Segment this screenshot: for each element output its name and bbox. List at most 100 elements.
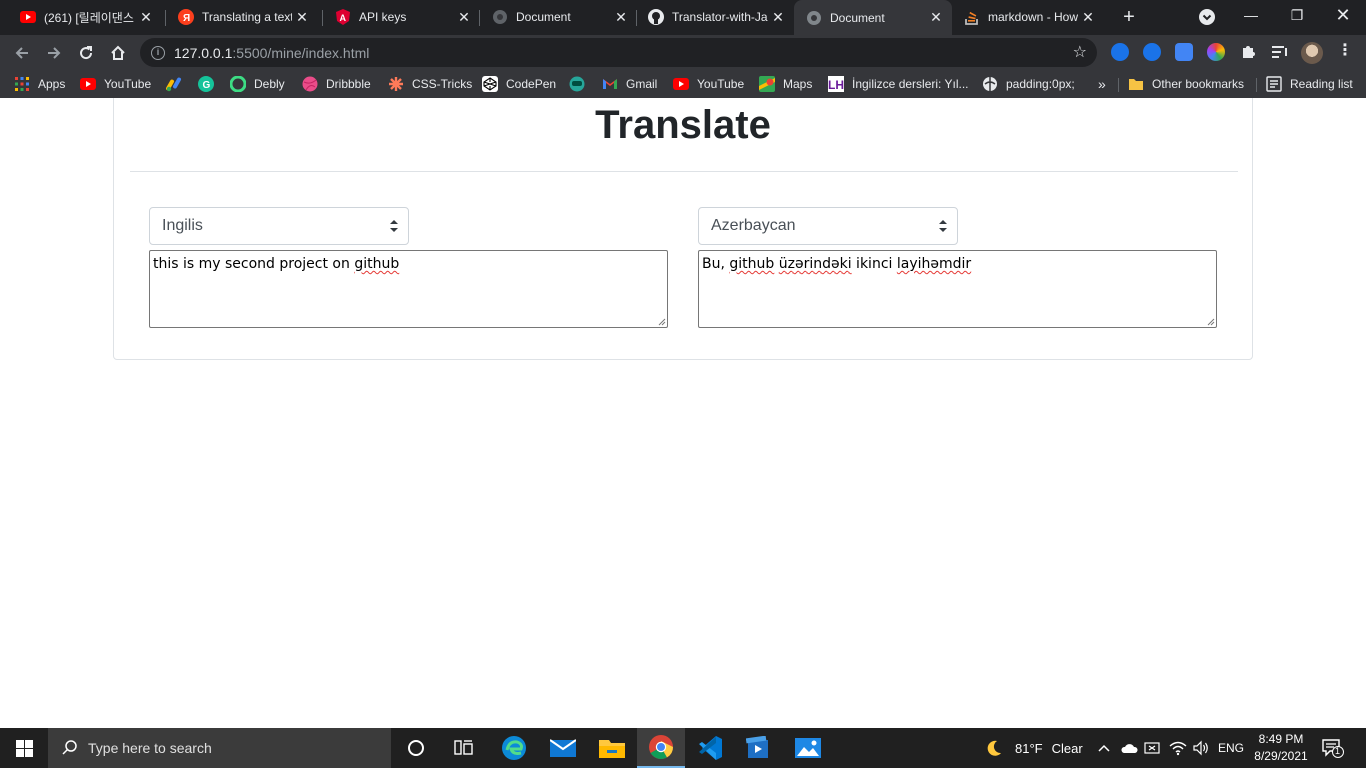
tab-github[interactable]: Translator-with-Ja ✕ — [628, 0, 794, 34]
bookmark-grammarly[interactable]: G — [198, 75, 222, 93]
notification-count: 1 — [1335, 746, 1341, 756]
taskbar-chrome[interactable] — [637, 728, 685, 768]
color-picker-icon[interactable] — [1207, 43, 1225, 61]
reload-button[interactable] — [72, 39, 100, 67]
back-button[interactable] — [8, 39, 36, 67]
arrow-right-icon — [48, 47, 61, 59]
bookmark-other[interactable]: Other bookmarks — [1128, 75, 1244, 93]
show-hidden-icons-button[interactable] — [1097, 728, 1111, 768]
target-language-select[interactable]: Azerbaycan — [698, 207, 958, 245]
bookmarks-overflow-button[interactable]: » — [1098, 75, 1106, 93]
taskbar-edge[interactable] — [490, 728, 538, 768]
tab-title: Document — [830, 10, 885, 25]
dribbble-icon — [302, 76, 318, 92]
source-language-select[interactable]: Ingilis — [149, 207, 409, 245]
tab-document-1[interactable]: Document ✕ — [472, 0, 637, 34]
tab-stackoverflow[interactable]: markdown - How ✕ — [944, 0, 1104, 34]
taskbar-search-box[interactable]: Type here to search — [48, 728, 391, 768]
resize-handle-icon[interactable] — [1206, 317, 1215, 326]
close-icon[interactable]: ✕ — [292, 9, 312, 26]
arrow-left-icon — [15, 47, 28, 59]
address-bar[interactable]: i 127.0.0.1:5500/mine/index.html ☆ — [140, 38, 1097, 67]
bookmark-youtube[interactable]: YouTube — [80, 75, 151, 93]
onedrive-button[interactable] — [1120, 728, 1138, 768]
bookmark-maps[interactable]: Maps — [759, 75, 812, 93]
volume-button[interactable] — [1192, 728, 1210, 768]
source-textarea[interactable]: this is my second project on github — [149, 250, 668, 328]
tab-api-keys[interactable]: A API keys ✕ — [315, 0, 480, 34]
puzzle-icon[interactable] — [1240, 43, 1256, 64]
globe-icon — [806, 10, 822, 26]
url-path: :5500/mine/index.html — [232, 44, 370, 61]
bookmark-codepen[interactable]: CodePen — [482, 75, 556, 93]
taskbar-mail[interactable] — [539, 728, 587, 768]
tab-youtube[interactable]: (261) [릴레이댄스 ✕ — [0, 0, 162, 34]
close-icon[interactable]: ✕ — [1078, 9, 1098, 26]
target-textarea[interactable]: Bu, github üzərindəki ikinci layihəmdir — [698, 250, 1217, 328]
bookmark-youtube-2[interactable]: YouTube — [673, 75, 744, 93]
battery-button[interactable] — [1144, 728, 1162, 768]
bookmark-debly[interactable]: Debly — [230, 75, 285, 93]
clock-button[interactable]: 8:49 PM 8/29/2021 — [1248, 731, 1314, 765]
chevron-down-icon — [1202, 14, 1212, 21]
target-text-plain: Bu, — [702, 256, 730, 272]
bookmark-ingilizce[interactable]: LH İngilizce dersleri: Yıl... — [828, 75, 969, 93]
google-translate-icon[interactable] — [1175, 43, 1193, 61]
start-button[interactable] — [0, 728, 48, 768]
forward-button[interactable] — [40, 39, 68, 67]
resize-handle-icon[interactable] — [657, 317, 666, 326]
bookmark-label: YouTube — [104, 77, 152, 91]
moon-icon — [987, 740, 1001, 756]
taskbar-movies[interactable] — [735, 728, 783, 768]
close-window-button[interactable]: ✕ — [1320, 0, 1366, 32]
cortana-button[interactable] — [392, 728, 440, 768]
extension-infinity-icon[interactable] — [1143, 43, 1161, 61]
task-view-button[interactable] — [440, 728, 488, 768]
svg-text:LH: LH — [828, 78, 844, 92]
taskbar-vscode[interactable] — [686, 728, 734, 768]
stackoverflow-icon — [964, 9, 980, 25]
minimize-button[interactable]: — — [1228, 0, 1274, 32]
input-language-label: ENG — [1218, 741, 1245, 755]
close-icon[interactable]: ✕ — [136, 9, 156, 26]
bookmark-dribbble[interactable]: Dribbble — [302, 75, 371, 93]
close-icon[interactable]: ✕ — [926, 9, 946, 26]
star-icon[interactable]: ☆ — [1073, 42, 1087, 62]
input-language-button[interactable]: ENG — [1218, 728, 1244, 768]
bookmark-padding[interactable]: padding:0px; — [982, 75, 1075, 93]
home-button[interactable] — [104, 39, 132, 67]
bookmark-unnamed[interactable] — [569, 75, 593, 93]
new-tab-button[interactable]: + — [1118, 6, 1140, 28]
bookmark-css-tricks[interactable]: CSS-Tricks — [388, 75, 472, 93]
weather-widget[interactable]: 81°F Clear — [985, 728, 1083, 768]
bookmark-label: İngilizce dersleri: Yıl... — [852, 77, 969, 91]
tab-title: Translator-with-Ja — [672, 10, 768, 24]
bookmark-google-ads[interactable] — [166, 75, 190, 93]
avatar[interactable] — [1301, 42, 1323, 64]
info-icon[interactable]: i — [151, 45, 165, 60]
wifi-icon — [1169, 741, 1187, 756]
tab-yandex[interactable]: Я Translating a text ✕ — [158, 0, 318, 34]
bookmark-gmail[interactable]: Gmail — [602, 75, 657, 93]
taskbar-file-explorer[interactable] — [588, 728, 636, 768]
reading-list-icon[interactable] — [1271, 44, 1289, 65]
notifications-button[interactable]: 1 — [1322, 738, 1344, 758]
video-icon — [746, 736, 768, 758]
taskbar-photos[interactable] — [784, 728, 832, 768]
svg-text:Я: Я — [183, 13, 190, 24]
task-view-icon — [454, 740, 473, 755]
extension-check-icon[interactable] — [1111, 43, 1129, 61]
bookmark-label: Dribbble — [326, 77, 371, 91]
tab-search-button[interactable] — [1199, 9, 1215, 25]
close-icon[interactable]: ✕ — [768, 9, 788, 26]
close-icon[interactable]: ✕ — [454, 9, 474, 26]
tab-document-active[interactable]: Document ✕ — [794, 0, 952, 35]
globe-icon — [982, 76, 998, 92]
ime-icon — [1144, 742, 1160, 754]
restore-button[interactable]: ❐ — [1274, 0, 1320, 32]
reading-list-button[interactable]: Reading list — [1266, 75, 1353, 93]
folder-icon — [1128, 76, 1144, 92]
bookmark-apps[interactable]: Apps — [14, 75, 65, 93]
network-button[interactable] — [1169, 728, 1187, 768]
more-menu-icon[interactable]: ⋮ — [1337, 40, 1353, 60]
